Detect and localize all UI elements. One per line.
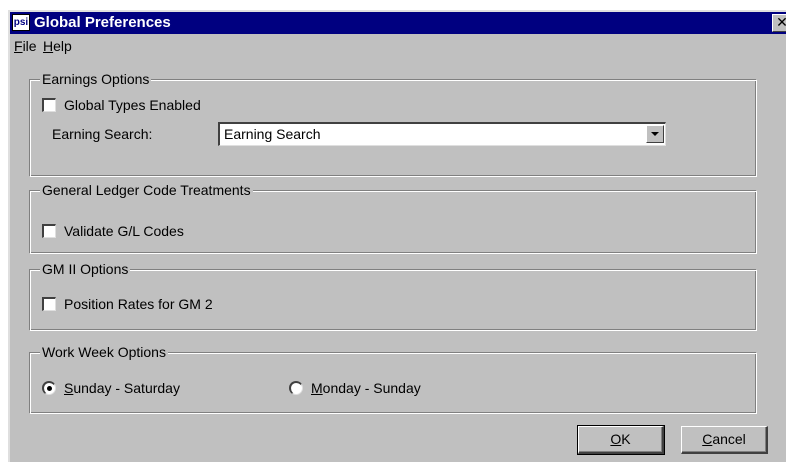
- general-ledger-group: General Ledger Code Treatments Validate …: [29, 182, 757, 254]
- earning-search-label: Earning Search:: [52, 126, 153, 142]
- menu-file-label: ile: [22, 38, 37, 54]
- ok-button[interactable]: OK: [577, 425, 665, 455]
- sunday-mnemonic: S: [64, 380, 74, 396]
- global-types-enabled-label: Global Types Enabled: [64, 97, 201, 113]
- dropdown-button[interactable]: [646, 125, 664, 143]
- menu-file-mnemonic: F: [14, 38, 23, 54]
- radio-monday-sunday-circle[interactable]: [289, 381, 303, 395]
- cancel-button[interactable]: Cancel: [681, 426, 768, 454]
- radio-monday-sunday-label: Monday - Sunday: [311, 380, 421, 396]
- app-icon: psi: [12, 14, 30, 31]
- cancel-label-rest: ancel: [712, 431, 746, 447]
- sunday-label-rest: unday - Saturday: [73, 380, 180, 396]
- gm-ii-options-title: GM II Options: [40, 261, 131, 277]
- radio-monday-sunday[interactable]: Monday - Sunday: [289, 380, 421, 396]
- menu-bar: File Help: [10, 36, 786, 56]
- title-bar[interactable]: psi Global Preferences ✕: [10, 12, 786, 34]
- earning-search-value: Earning Search: [224, 126, 321, 142]
- validate-gl-codes-box[interactable]: [42, 224, 56, 238]
- monday-label-rest: onday - Sunday: [322, 380, 421, 396]
- menu-help[interactable]: Help: [43, 38, 72, 54]
- ok-label-rest: K: [621, 431, 631, 447]
- close-button[interactable]: ✕: [772, 14, 786, 32]
- window-title: Global Preferences: [34, 14, 171, 31]
- general-ledger-title: General Ledger Code Treatments: [40, 182, 253, 198]
- earning-search-dropdown[interactable]: Earning Search: [218, 122, 666, 146]
- chevron-down-icon: [651, 132, 659, 136]
- gm-ii-options-group: GM II Options Position Rates for GM 2: [29, 261, 757, 331]
- earnings-options-group: Earnings Options Global Types Enabled Ea…: [29, 71, 757, 177]
- work-week-options-group: Work Week Options Sunday - Saturday Mond…: [29, 344, 757, 414]
- ok-mnemonic: O: [610, 431, 622, 447]
- global-preferences-window: psi Global Preferences ✕ File Help Earni…: [8, 10, 786, 462]
- validate-gl-codes-label: Validate G/L Codes: [64, 223, 184, 239]
- monday-mnemonic: M: [311, 380, 323, 396]
- global-types-enabled-checkbox[interactable]: Global Types Enabled: [42, 97, 201, 113]
- earnings-options-title: Earnings Options: [40, 71, 152, 87]
- global-types-enabled-box[interactable]: [42, 98, 56, 112]
- validate-gl-codes-checkbox[interactable]: Validate G/L Codes: [42, 223, 184, 239]
- position-rates-checkbox[interactable]: Position Rates for GM 2: [42, 296, 213, 312]
- radio-sunday-saturday-label: Sunday - Saturday: [64, 380, 180, 396]
- menu-help-label: elp: [53, 38, 72, 54]
- cancel-mnemonic: C: [702, 431, 713, 447]
- work-week-options-title: Work Week Options: [40, 344, 168, 360]
- radio-sunday-saturday[interactable]: Sunday - Saturday: [42, 380, 180, 396]
- radio-sunday-saturday-circle[interactable]: [42, 381, 56, 395]
- position-rates-label: Position Rates for GM 2: [64, 296, 213, 312]
- menu-help-mnemonic: H: [43, 38, 54, 54]
- menu-file[interactable]: File: [14, 38, 37, 54]
- position-rates-box[interactable]: [42, 297, 56, 311]
